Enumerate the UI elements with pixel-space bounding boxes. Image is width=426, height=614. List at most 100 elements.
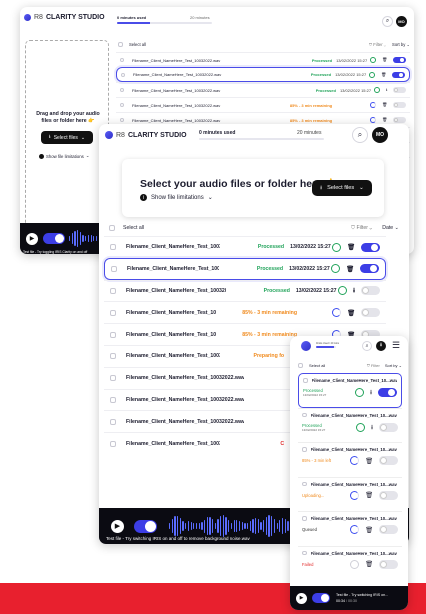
select-files-button[interactable]: ⭳ Select files ⌄	[312, 180, 372, 196]
row-checkbox[interactable]	[302, 447, 307, 452]
row-checkbox[interactable]	[110, 244, 116, 251]
list-item[interactable]: Filename_Client_NameHere_Test_10...wav Qu…	[298, 511, 402, 546]
play-button[interactable]: ▶	[26, 232, 38, 245]
search-button[interactable]: ⌕	[352, 127, 368, 143]
filter-button[interactable]: ⛉ Filter	[367, 363, 380, 368]
iris-toggle[interactable]	[378, 388, 397, 397]
iris-toggle[interactable]	[393, 57, 406, 63]
filter-button[interactable]: ⛉ Filter ⌄	[369, 42, 386, 47]
trash-icon[interactable]: 🗑	[346, 265, 354, 273]
upload-card[interactable]: Select your audio files or folder here 👉…	[122, 159, 384, 217]
iris-toggle[interactable]	[379, 490, 398, 500]
table-row[interactable]: Filename_Client_NameHere_Test_10032022.w…	[116, 82, 410, 97]
show-limitations-small[interactable]: Show file limitations ⌄	[39, 153, 89, 159]
iris-toggle[interactable]	[379, 422, 398, 432]
row-checkbox[interactable]	[302, 550, 307, 556]
mobile-player-time: 00:34 / 00:30	[336, 599, 357, 603]
download-icon[interactable]: ⭳	[386, 87, 387, 94]
select-all-checkbox[interactable]	[109, 225, 115, 231]
iris-toggle[interactable]	[392, 71, 405, 78]
show-limitations-button[interactable]: i Show file limitations ⌄	[140, 194, 213, 201]
trash-icon[interactable]: 🗑	[365, 526, 373, 534]
filter-button[interactable]: ⛉ Filter ⌄	[351, 225, 372, 232]
list-item[interactable]: Filename_Client_NameHere_Test_10...wav Pr…	[298, 407, 402, 443]
row-checkbox[interactable]	[120, 118, 124, 122]
row-checkbox[interactable]	[110, 418, 116, 425]
row-checkbox[interactable]	[111, 265, 117, 272]
filter-icon: ⛉	[368, 42, 373, 47]
sort-button[interactable]: Date ⌄	[382, 225, 399, 231]
play-button[interactable]: ▶	[111, 519, 124, 533]
status-ring-icon	[370, 102, 377, 108]
iris-toggle[interactable]	[393, 102, 406, 108]
row-checkbox[interactable]	[120, 58, 124, 62]
row-checkbox[interactable]	[303, 378, 308, 383]
iris-toggle[interactable]	[361, 242, 380, 252]
filter-icon: ⛉	[351, 224, 355, 231]
trash-icon[interactable]: 🗑	[365, 491, 373, 499]
table-row[interactable]: Filename_Client_NameHere_Test_10032022.w…	[104, 301, 386, 323]
table-row[interactable]: Filename_Client_NameHere_Test_10032022.w…	[116, 52, 410, 67]
row-checkbox[interactable]	[121, 72, 125, 77]
table-row[interactable]: Filename_Client_NameHere_Test_10032022.w…	[104, 279, 386, 302]
trash-icon[interactable]: 🗑	[382, 117, 387, 123]
row-checkbox[interactable]	[110, 287, 116, 294]
download-icon[interactable]: ⭳	[353, 285, 355, 296]
iris-toggle[interactable]	[379, 525, 398, 534]
iris-toggle[interactable]	[43, 233, 65, 244]
iris-toggle[interactable]	[379, 559, 398, 569]
row-checkbox[interactable]	[110, 331, 116, 338]
list-item[interactable]: Filename_Client_NameHere_Test_10...wav 85…	[298, 442, 402, 477]
search-button[interactable]: ⌕	[362, 341, 372, 351]
menu-button[interactable]: ☰	[392, 340, 400, 350]
list-item[interactable]: Filename_Client_NameHere_Test_10...wav Pr…	[298, 373, 402, 408]
trash-icon[interactable]: 🗑	[365, 457, 373, 465]
iris-toggle[interactable]	[361, 308, 380, 318]
sort-button[interactable]: Sort by ⌄	[385, 363, 402, 368]
list-item[interactable]: Filename_Client_NameHere_Test_10...wav Up…	[298, 476, 402, 512]
trash-icon[interactable]: 🗑	[347, 243, 355, 251]
mobile-player-title: Test file - Try switching IRIS on...	[336, 593, 389, 597]
avatar[interactable]: MO	[372, 127, 388, 143]
row-checkbox[interactable]	[302, 481, 307, 487]
iris-toggle[interactable]	[360, 264, 379, 274]
row-checkbox[interactable]	[120, 88, 124, 92]
iris-toggle[interactable]	[393, 117, 406, 123]
list-item[interactable]: Filename_Client_NameHere_Test_10...wav Fa…	[298, 545, 402, 581]
row-checkbox[interactable]	[110, 375, 116, 382]
trash-icon[interactable]: 🗑	[382, 57, 387, 63]
row-checkbox[interactable]	[302, 516, 307, 521]
row-checkbox[interactable]	[120, 103, 124, 107]
trash-icon[interactable]: 🗑	[365, 560, 373, 568]
select-files-button-small[interactable]: ⭳ Select files ⌄	[41, 131, 93, 144]
table-row[interactable]: Filename_Client_NameHere_Test_10032022.w…	[116, 67, 410, 82]
avatar[interactable]: MO	[396, 16, 407, 27]
download-icon[interactable]: ⭳	[371, 422, 373, 433]
search-button[interactable]: ⌕	[382, 16, 393, 27]
row-checkbox[interactable]	[110, 396, 116, 403]
iris-toggle[interactable]	[393, 87, 406, 93]
row-checkbox[interactable]	[110, 353, 116, 360]
row-checkbox[interactable]	[110, 440, 116, 447]
upload-fab[interactable]: ⭳	[376, 341, 386, 351]
table-row[interactable]: Filename_Client_NameHere_Test_10032022.w…	[116, 97, 410, 112]
iris-toggle[interactable]	[361, 286, 380, 296]
trash-icon[interactable]: 🗑	[381, 72, 386, 78]
usage-total: 20 minutes	[297, 130, 322, 136]
trash-icon[interactable]: 🗑	[347, 309, 355, 317]
table-row[interactable]: Filename_Client_NameHere_Test_10032022.w…	[104, 236, 386, 258]
dropzone[interactable]: Drag and drop your audio files or folder…	[25, 40, 109, 230]
table-row[interactable]: Filename_Client_NameHere_Test_10032022.w…	[104, 257, 386, 280]
download-icon[interactable]: ⭳	[370, 387, 372, 398]
iris-toggle[interactable]	[379, 456, 398, 465]
select-all-checkbox[interactable]	[118, 42, 123, 47]
play-button[interactable]: ▶	[296, 592, 307, 604]
select-all-checkbox[interactable]	[298, 363, 303, 368]
iris-toggle[interactable]	[312, 593, 330, 603]
sort-button[interactable]: Sort by ⌄	[392, 42, 410, 47]
trash-icon[interactable]: 🗑	[382, 102, 387, 108]
row-checkbox[interactable]	[110, 309, 116, 316]
iris-toggle[interactable]	[134, 519, 157, 533]
row-checkbox[interactable]	[302, 412, 307, 418]
file-name: Filename_Client_NameHere_Test_10032022.w…	[132, 57, 221, 63]
